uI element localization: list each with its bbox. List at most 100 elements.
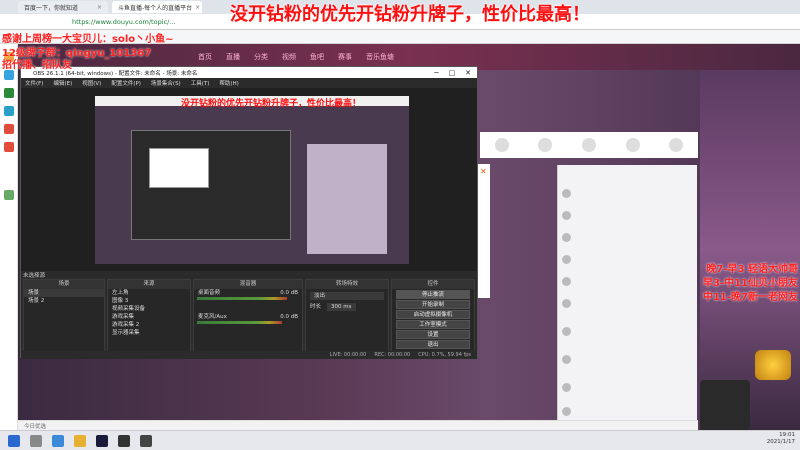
studio-mode-button[interactable]: 工作室模式 xyxy=(396,320,470,329)
menu-item[interactable]: 场景集合(S) xyxy=(151,79,181,87)
rec-time: REC: 00:00:00 xyxy=(374,352,411,358)
avatar xyxy=(562,254,571,264)
search-icon[interactable] xyxy=(30,434,42,447)
minimize-icon[interactable]: ─ xyxy=(434,69,438,77)
channel-name: 麦克风/Aux xyxy=(198,314,227,320)
app-icon[interactable] xyxy=(118,434,130,447)
sidebar-app-icon[interactable] xyxy=(4,70,14,80)
browser-tab-1[interactable]: 斗鱼直播-每个人的直播平台 × xyxy=(112,1,202,13)
obs-statusbar: LIVE: 00:00:00 REC: 00:00:00 CPU: 0.7%, … xyxy=(21,351,477,359)
duration-input[interactable]: 300 ms xyxy=(327,303,356,311)
nav-item[interactable]: 鱼吧 xyxy=(310,52,324,62)
sidebar-app-icon[interactable] xyxy=(4,190,14,200)
sidebar-app-icon[interactable] xyxy=(4,142,14,152)
source-item[interactable]: 视频采集设备 xyxy=(108,305,190,313)
dock-title: 场景 xyxy=(24,280,104,289)
obs-preview[interactable]: 没开钻粉的优先开钻粉升牌子，性价比最高！ xyxy=(21,88,477,271)
schedule-line: 晚7-早3 轻语大帅哥 xyxy=(706,264,798,275)
avatar xyxy=(562,354,571,364)
nested-headline: 没开钻粉的优先开钻粉升牌子，性价比最高！ xyxy=(181,99,362,109)
avatar xyxy=(562,298,571,308)
volume-meter xyxy=(197,297,287,300)
chat-panel xyxy=(557,165,697,430)
gift-icon[interactable] xyxy=(625,138,640,152)
statusbar-text: 今日优选 xyxy=(24,423,47,430)
edge-icon[interactable] xyxy=(52,434,64,447)
clock[interactable]: 19:01 2021/1/17 xyxy=(700,432,795,446)
nested-window xyxy=(149,148,209,188)
maximize-icon[interactable]: □ xyxy=(449,69,456,77)
dock-title: 转场特效 xyxy=(306,280,388,289)
dock-title: 控件 xyxy=(392,280,474,289)
menu-item[interactable]: 视图(V) xyxy=(82,79,101,87)
avatar xyxy=(562,382,571,392)
gift-icon[interactable] xyxy=(669,138,684,152)
sidebar-app-icon[interactable] xyxy=(4,124,14,134)
close-icon[interactable]: × xyxy=(97,4,102,11)
tab-label: 斗鱼直播-每个人的直播平台 xyxy=(118,4,193,12)
virtual-camera-button[interactable]: 启动虚拟摄像机 xyxy=(396,310,470,319)
stop-stream-button[interactable]: 停止推流 xyxy=(396,290,470,299)
close-icon[interactable]: ✕ xyxy=(480,167,487,176)
source-item[interactable]: 游戏采集 2 xyxy=(108,321,190,329)
browser-tab-0[interactable]: 百度一下，你就知道 × xyxy=(18,1,108,13)
obs-titlebar: OBS 26.1.1 (64-bit, windows) - 配置文件: 未命名… xyxy=(21,67,477,78)
source-item[interactable]: 左上角 xyxy=(108,289,190,297)
dock-title: 混音器 xyxy=(194,280,302,289)
nav-item[interactable]: 音乐鱼塘 xyxy=(366,52,394,62)
clock-time: 19:01 xyxy=(779,432,795,438)
dock-title: 来源 xyxy=(108,280,190,289)
nav-item[interactable]: 直播 xyxy=(226,52,240,62)
no-source-label: 未选择源 xyxy=(23,273,46,279)
close-icon[interactable]: × xyxy=(195,4,200,11)
channel-db: 0.0 dB xyxy=(280,314,298,320)
avatar xyxy=(562,232,571,242)
nav-item[interactable]: 赛事 xyxy=(338,52,352,62)
settings-button[interactable]: 设置 xyxy=(396,330,470,339)
mini-player[interactable] xyxy=(700,380,750,430)
avatar xyxy=(562,188,571,198)
recruit-text: 招代播、招队友 xyxy=(2,60,72,71)
nav-item[interactable]: 首页 xyxy=(198,52,212,62)
nav-item[interactable]: 视频 xyxy=(282,52,296,62)
obs-window: OBS 26.1.1 (64-bit, windows) - 配置文件: 未命名… xyxy=(20,66,478,359)
gift-icon[interactable] xyxy=(494,138,509,152)
menu-item[interactable]: 帮助(H) xyxy=(219,79,238,87)
nested-chat xyxy=(307,144,387,254)
browser-sidebar xyxy=(0,44,18,430)
sidebar-app-icon[interactable] xyxy=(4,106,14,116)
start-recording-button[interactable]: 开始录制 xyxy=(396,300,470,309)
gift-bar xyxy=(480,132,698,158)
source-item[interactable]: 显示器采集 xyxy=(108,329,190,337)
close-icon[interactable]: ✕ xyxy=(465,69,471,77)
gift-icon[interactable] xyxy=(581,138,596,152)
cpu-fps: CPU: 0.7%, 59.94 fps xyxy=(418,352,471,358)
sidebar-app-icon[interactable] xyxy=(4,88,14,98)
channel-name: 桌面音频 xyxy=(198,290,221,296)
source-item[interactable]: 图像 3 xyxy=(108,297,190,305)
transition-select[interactable]: 淡出 xyxy=(310,292,384,300)
menu-item[interactable]: 配置文件(P) xyxy=(111,79,141,87)
taskbar xyxy=(0,430,800,450)
popup-panel xyxy=(478,164,490,298)
start-icon[interactable] xyxy=(8,434,20,447)
folder-icon[interactable] xyxy=(74,434,86,447)
schedule-line: 中11-晚7新一老网友 xyxy=(702,292,798,303)
sources-dock: 来源 左上角 图像 3 视频采集设备 游戏采集 游戏采集 2 显示器采集 xyxy=(107,279,191,357)
thanks-text: 感谢上周榜一大宝贝儿：solo丶小鱼~ xyxy=(2,34,174,45)
menu-item[interactable]: 编辑(E) xyxy=(53,79,72,87)
transitions-dock: 转场特效 淡出 时长 300 ms xyxy=(305,279,389,357)
gift-icon[interactable] xyxy=(538,138,553,152)
scenes-dock: 场景 场景 场景 2 xyxy=(23,279,105,357)
scene-item[interactable]: 场景 xyxy=(24,289,104,297)
menu-item[interactable]: 文件(F) xyxy=(25,79,43,87)
menu-item[interactable]: 工具(T) xyxy=(191,79,210,87)
scene-item[interactable]: 场景 2 xyxy=(24,297,104,305)
steam-icon[interactable] xyxy=(96,434,108,447)
avatar xyxy=(562,406,571,416)
schedule-line: 早3-中11仙贝小朋友 xyxy=(702,278,798,289)
obs-icon[interactable] xyxy=(140,434,152,447)
exit-button[interactable]: 退出 xyxy=(396,340,470,349)
source-item[interactable]: 游戏采集 xyxy=(108,313,190,321)
nav-item[interactable]: 分类 xyxy=(254,52,268,62)
